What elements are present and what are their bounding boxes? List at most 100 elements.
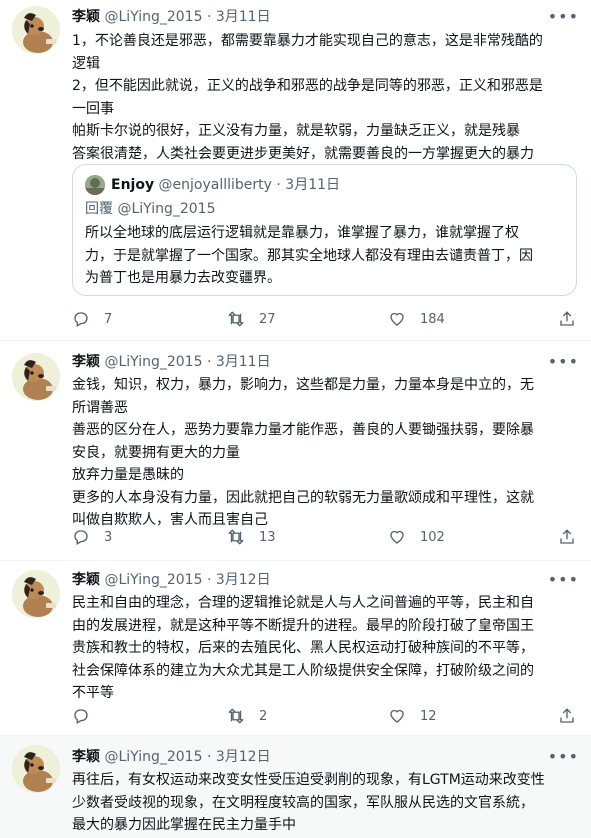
dog-avatar-icon bbox=[12, 6, 60, 54]
tweet-line: 一回事 bbox=[72, 100, 114, 117]
quote-avatar[interactable] bbox=[85, 175, 105, 195]
tweet[interactable]: 李颖 @LiYing_2015 · 3月12日 ••• 再往后，有女权运动来改变… bbox=[0, 736, 591, 838]
tweet-date[interactable]: 3月12日 bbox=[216, 749, 271, 765]
like-icon bbox=[390, 530, 404, 544]
tweet-date[interactable]: 3月11日 bbox=[216, 9, 271, 25]
reply-icon bbox=[74, 709, 88, 724]
like-count: 184 bbox=[420, 311, 445, 327]
share-button[interactable] bbox=[558, 525, 576, 549]
share-icon bbox=[560, 708, 574, 723]
landscape-avatar-icon bbox=[85, 175, 105, 195]
tweet-line: 所谓善恶 bbox=[72, 399, 128, 416]
like-count: 12 bbox=[420, 708, 437, 724]
tweet-date[interactable]: 3月12日 bbox=[216, 572, 271, 588]
tweet-actions: 7 27 184 bbox=[72, 307, 577, 331]
tweet-line: 答案很清楚，人类社会要更进步更美好，就需要善良的一方掌握更大的暴力 bbox=[72, 145, 534, 162]
tweet-actions: 2 12 bbox=[72, 704, 577, 728]
tweet-text: 金钱，知识，权力，暴力，影响力，这些都是力量，力量本身是中立的，无 所谓善恶 善… bbox=[72, 374, 571, 532]
tweet-line: 1，不论善良还是邪恶，都需要靠暴力才能实现自己的意志，这是非常残酷的 bbox=[72, 33, 543, 49]
tweet-line: 社会保障体系的建立为大众尤其是工人阶级提供安全保障，打破阶级之间的 bbox=[72, 662, 534, 679]
tweet-line: 放弃力量是愚昧的 bbox=[72, 467, 184, 483]
author-handle[interactable]: @LiYing_2015 bbox=[104, 749, 202, 765]
tweet[interactable]: 李颖 @LiYing_2015 · 3月11日 ••• 金钱，知识，权力，暴力，… bbox=[0, 341, 591, 561]
separator: · bbox=[206, 572, 212, 588]
tweet[interactable]: 李颖 @LiYing_2015 · 3月11日 ••• 1，不论善良还是邪恶，都… bbox=[0, 0, 591, 341]
author-handle[interactable]: @LiYing_2015 bbox=[104, 572, 202, 588]
retweet-button[interactable]: 13 bbox=[227, 525, 276, 549]
tweet-line: 更多的人本身没有力量，因此就把自己的软弱无力量歌颂成和平理性，这就 bbox=[72, 489, 534, 506]
tweet-feed: 李颖 @LiYing_2015 · 3月11日 ••• 1，不论善良还是邪恶，都… bbox=[0, 0, 591, 838]
avatar[interactable] bbox=[12, 570, 60, 618]
tweet[interactable]: 李颖 @LiYing_2015 · 3月12日 ••• 民主和自由的理念，合理的… bbox=[0, 561, 591, 736]
tweet-line: 民主和自由的理念，合理的逻辑推论就是人与人之间普遍的平等，民主和自 bbox=[72, 595, 534, 611]
reply-button[interactable]: 7 bbox=[72, 307, 112, 331]
author-name[interactable]: 李颖 bbox=[72, 749, 100, 765]
quote-author-name[interactable]: Enjoy bbox=[111, 177, 154, 193]
quote-line: 为普丁也是用暴力去改变疆界。 bbox=[85, 270, 281, 286]
quote-header: Enjoy @enjoyallliberty · 3月11日 bbox=[111, 176, 340, 194]
share-icon bbox=[560, 529, 574, 544]
tweet-line: 再往后，有女权运动来改变女性受压迫受剥削的现象，有LGTM运动来改变性 bbox=[72, 772, 545, 788]
reply-prefix: 回覆 bbox=[85, 201, 113, 217]
like-icon bbox=[390, 709, 404, 723]
like-icon bbox=[390, 312, 404, 326]
retweet-count: 27 bbox=[259, 311, 276, 327]
retweet-icon bbox=[228, 311, 244, 327]
more-icon[interactable]: ••• bbox=[548, 571, 579, 589]
dog-avatar-icon bbox=[12, 570, 60, 618]
reply-icon bbox=[74, 312, 88, 327]
dog-avatar-icon bbox=[12, 353, 60, 401]
like-button[interactable]: 102 bbox=[388, 525, 445, 549]
retweet-count: 13 bbox=[259, 529, 276, 545]
separator: · bbox=[206, 749, 212, 765]
like-button[interactable]: 184 bbox=[388, 307, 445, 331]
quote-author-handle[interactable]: @enjoyallliberty bbox=[159, 177, 272, 193]
tweet-line: 不平等 bbox=[72, 685, 114, 701]
reply-count: 3 bbox=[104, 529, 113, 545]
tweet-line: 最大的暴力因此掌握在民主力量手中 bbox=[72, 817, 296, 833]
share-button[interactable] bbox=[558, 307, 576, 331]
author-name[interactable]: 李颖 bbox=[72, 354, 100, 370]
tweet-line: 由的发展进程，就是这种平等不断提升的进程。最早的阶段打破了皇帝国王 bbox=[72, 617, 534, 634]
more-icon[interactable]: ••• bbox=[548, 8, 579, 26]
author-handle[interactable]: @LiYing_2015 bbox=[104, 354, 202, 370]
avatar[interactable] bbox=[12, 6, 60, 54]
avatar[interactable] bbox=[12, 745, 60, 793]
tweet-line: 少数者受歧视的现象，在文明程度较高的国家，军队服从民选的文官系統， bbox=[72, 794, 534, 811]
tweet-header: 李颖 @LiYing_2015 · 3月11日 bbox=[72, 8, 551, 26]
quote-date[interactable]: 3月11日 bbox=[285, 177, 340, 193]
author-name[interactable]: 李颖 bbox=[72, 572, 100, 588]
retweet-button[interactable]: 27 bbox=[227, 307, 276, 331]
tweet-line: 善恶的区分在人，恶势力要靠力量才能作恶，善良的人要锄强扶弱，要除暴 bbox=[72, 422, 534, 438]
author-handle[interactable]: @LiYing_2015 bbox=[104, 9, 202, 25]
tweet-line: 安良，就要拥有更大的力量 bbox=[72, 444, 240, 461]
avatar[interactable] bbox=[12, 353, 60, 401]
tweet-header: 李颖 @LiYing_2015 · 3月12日 bbox=[72, 571, 551, 589]
reply-button[interactable]: 3 bbox=[72, 525, 112, 549]
like-count: 102 bbox=[420, 529, 445, 545]
more-icon[interactable]: ••• bbox=[548, 353, 579, 371]
retweet-count: 2 bbox=[259, 708, 268, 724]
share-button[interactable] bbox=[558, 704, 576, 728]
tweet-line: 贵族和教士的特权，后来的去殖民化、黑人民权运动打破种族间的不平等， bbox=[72, 640, 534, 656]
tweet-date[interactable]: 3月11日 bbox=[216, 354, 271, 370]
retweet-icon bbox=[228, 708, 244, 724]
separator: · bbox=[206, 9, 212, 25]
tweet-text: 民主和自由的理念，合理的逻辑推论就是人与人之间普遍的平等，民主和自 由的发展进程… bbox=[72, 592, 571, 705]
retweet-icon bbox=[228, 529, 244, 545]
tweet-text: 1，不论善良还是邪恶，都需要靠暴力才能实现自己的意志，这是非常残酷的 逻辑 2，… bbox=[72, 30, 571, 165]
tweet-header: 李颖 @LiYing_2015 · 3月11日 bbox=[72, 353, 551, 371]
author-name[interactable]: 李颖 bbox=[72, 9, 100, 25]
quote-text: 所以全地球的底层运行逻辑就是靠暴力，谁掌握了暴力，谁就掌握了权 力，于是就掌握了… bbox=[85, 222, 564, 290]
reply-mention[interactable]: @LiYing_2015 bbox=[117, 201, 215, 217]
quote-reply-context: 回覆 @LiYing_2015 bbox=[85, 200, 215, 218]
reply-icon bbox=[74, 530, 88, 545]
reply-button[interactable] bbox=[72, 704, 104, 728]
tweet-line: 逻辑 bbox=[72, 55, 100, 72]
quoted-tweet[interactable]: Enjoy @enjoyallliberty · 3月11日 回覆 @LiYin… bbox=[72, 164, 577, 296]
like-button[interactable]: 12 bbox=[388, 704, 437, 728]
tweet-header: 李颖 @LiYing_2015 · 3月12日 bbox=[72, 748, 551, 766]
separator: · bbox=[206, 354, 212, 370]
retweet-button[interactable]: 2 bbox=[227, 704, 267, 728]
more-icon[interactable]: ••• bbox=[548, 748, 579, 766]
